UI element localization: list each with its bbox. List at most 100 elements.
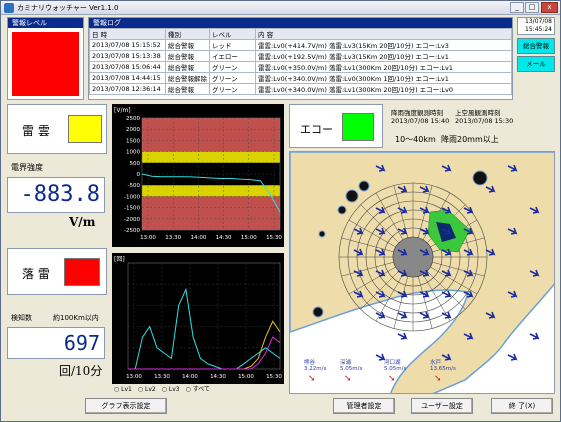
rain-cell xyxy=(312,306,324,318)
lightning-label: 落 雷 xyxy=(22,267,50,281)
log-col-3: 内 容 xyxy=(255,28,512,40)
close-button[interactable]: x xyxy=(541,2,558,13)
y-tick-label: -2500 xyxy=(124,228,140,234)
wind-obs-time: 2013/07/08 15:30 xyxy=(455,117,514,125)
legend-item[interactable]: ○ Lv2 xyxy=(138,386,156,393)
echo-label: エコー xyxy=(300,123,333,136)
table-cell: 2013/07/08 14:44:15 xyxy=(89,72,166,84)
alarm-log-panel: 警報ログ 日 時種別 レベル内 容 2013/07/08 15:15:52 総合警報… xyxy=(88,17,513,100)
detection-range: 約100Km以内 xyxy=(53,314,99,322)
log-col-1: 種別 xyxy=(165,28,210,40)
y-axis-label: [回] xyxy=(114,256,125,263)
lightning-series-1 xyxy=(128,287,281,370)
lightning-level-legend: ○ Lv1 ○ Lv2 ○ Lv3 ○ すべて xyxy=(114,384,284,394)
y-tick-label: 2500 xyxy=(126,116,140,122)
thundercloud-indicator xyxy=(68,115,102,143)
x-tick-label: 15:30 xyxy=(266,235,282,241)
table-cell: 総合警報解除 xyxy=(165,72,210,84)
alarm-log-table: 日 時種別 レベル内 容 2013/07/08 15:15:52 総合警報 レッド 雷雲… xyxy=(89,28,512,95)
y-tick-label: -2000 xyxy=(124,217,140,223)
detection-count-unit: 回/10分 xyxy=(59,364,103,378)
y-tick-label: -500 xyxy=(128,183,141,189)
table-cell: イエロー xyxy=(209,50,256,62)
field-strength-label: 電界強度 xyxy=(11,163,43,172)
exit-button[interactable]: 終 了(X) xyxy=(491,398,553,414)
field-strength-chart: [V/m] 2500 2000 1500 1000 500 0 -500 -1000 -1500 -… xyxy=(112,104,284,247)
user-settings-button[interactable]: ユーザー設定 xyxy=(411,398,473,414)
table-row[interactable]: 2013/07/08 15:13:38 総合警報 イエロー 雷雲:Lv0(+192.5… xyxy=(89,50,512,62)
table-cell: 雷雲:Lv0(+340.0V/m) 落雷:Lv0(300Km 1回/10分) エ… xyxy=(255,72,512,84)
table-cell: 雷雲:Lv0(+350.0V/m) 落雷:Lv1(300Km 20回/10分) … xyxy=(255,61,512,73)
x-tick-label: 14:30 xyxy=(210,374,226,380)
x-tick-label: 13:30 xyxy=(154,374,170,380)
table-row[interactable]: 2013/07/08 15:06:44 総合警報 グリーン 雷雲:Lv0(+350.0… xyxy=(89,61,512,73)
graph-settings-button[interactable]: グラフ表示設定 xyxy=(85,398,167,414)
x-tick-label: 14:00 xyxy=(190,235,206,241)
rain-cell xyxy=(472,170,488,186)
legend-item[interactable]: ○ Lv3 xyxy=(162,386,180,393)
wind-obs-label: 上空風観測時刻 xyxy=(455,109,501,117)
y-tick-label: 1500 xyxy=(126,138,140,144)
title-bar: カミナリウォッチャー Ver1.1.0 _ □ x xyxy=(1,1,560,15)
alarm-band-low xyxy=(142,196,280,230)
lightning-panel: 落 雷 xyxy=(7,248,107,295)
clock-time: 15:45:24 xyxy=(525,26,552,33)
lightning-count-chart-svg: [回] 13:00 13:30 14:00 14:30 15:00 15:30 xyxy=(114,256,282,380)
station-label: 熊谷 3.22m/s xyxy=(304,360,327,372)
table-cell: グリーン xyxy=(209,72,256,84)
table-cell: 雷雲:Lv0(+192.5V/m) 落雷:Lv3(15Km 20回/10分) エ… xyxy=(255,50,512,62)
warn-band-low xyxy=(142,185,280,197)
detection-count-value: 697 xyxy=(7,327,105,359)
alarm-band-high xyxy=(142,118,280,152)
y-axis-label: [V/m] xyxy=(114,107,131,114)
plot-frame xyxy=(127,262,281,370)
table-cell: 雷雲:Lv0(+340.0V/m) 落雷:Lv1(300Km 20回/10分) … xyxy=(255,83,512,95)
echo-rain-threshold: 降雨20mm以上 xyxy=(441,135,499,144)
maximize-button[interactable]: □ xyxy=(525,2,539,13)
x-tick-label: 15:00 xyxy=(241,235,257,241)
x-tick-label: 13:00 xyxy=(126,374,142,380)
detection-count-label: 検知数 xyxy=(11,314,32,322)
wind-arrow-icon: ➘ xyxy=(388,374,396,384)
table-row[interactable]: 2013/07/08 12:36:14 総合警報 グリーン 雷雲:Lv0(+340.0… xyxy=(89,83,512,95)
mail-button[interactable]: メール xyxy=(517,56,555,72)
alarm-level-header: 警報レベル xyxy=(8,18,83,28)
table-cell: 2013/07/08 15:06:44 xyxy=(89,61,166,73)
x-tick-label: 15:30 xyxy=(266,374,282,380)
y-tick-label: 500 xyxy=(130,161,141,167)
table-row[interactable]: 2013/07/08 14:44:15 総合警報解除 グリーン 雷雲:Lv0(+340… xyxy=(89,72,512,84)
radar-map-svg xyxy=(290,152,554,393)
echo-panel: エコー xyxy=(289,104,383,148)
thundercloud-panel: 雷 雲 xyxy=(7,104,107,154)
alarm-level-indicator xyxy=(12,32,79,96)
echo-range: 10～40km xyxy=(395,135,436,144)
table-cell: 総合警報 xyxy=(165,83,210,95)
clock-date: 13/07/08 xyxy=(525,18,552,25)
legend-item[interactable]: ○ すべて xyxy=(186,386,210,393)
table-row[interactable]: 2013/07/08 15:15:52 総合警報 レッド 雷雲:Lv0(+414.7V… xyxy=(89,39,512,51)
rain-cell xyxy=(318,230,326,238)
table-cell: グリーン xyxy=(209,83,256,95)
station-label: 深浦 5.05m/s xyxy=(340,360,363,372)
x-tick-label: 15:00 xyxy=(238,374,254,380)
legend-item[interactable]: ○ Lv1 xyxy=(114,386,132,393)
table-cell: 2013/07/08 12:36:14 xyxy=(89,83,166,95)
minimize-button[interactable]: _ xyxy=(510,2,524,13)
station-label: 水戸 13.65m/s xyxy=(430,360,456,372)
x-tick-label: 14:00 xyxy=(182,374,198,380)
echo-indicator xyxy=(342,113,374,141)
lightning-indicator xyxy=(64,258,100,286)
lightning-series-3 xyxy=(128,336,281,370)
y-tick-label: 0 xyxy=(137,172,141,178)
overall-alarm-button[interactable]: 総合警報 xyxy=(517,38,555,54)
field-strength-value: -883.8 xyxy=(7,177,105,213)
table-cell: グリーン xyxy=(209,61,256,73)
field-strength-chart-svg: [V/m] 2500 2000 1500 1000 500 0 -500 -1000 -1500 -… xyxy=(114,107,282,241)
wind-arrow-icon: ➘ xyxy=(344,374,352,384)
window-title: カミナリウォッチャー Ver1.1.0 xyxy=(17,4,119,12)
wind-arrow-icon: ➘ xyxy=(434,374,442,384)
table-cell: 雷雲:Lv0(+414.7V/m) 落雷:Lv3(15Km 20回/10分) エ… xyxy=(255,39,512,51)
admin-settings-button[interactable]: 管理者設定 xyxy=(333,398,395,414)
field-strength-unit: V/m xyxy=(69,215,96,229)
app-window: カミナリウォッチャー Ver1.1.0 _ □ x 警報レベル 警報ログ 日 時… xyxy=(0,0,561,422)
